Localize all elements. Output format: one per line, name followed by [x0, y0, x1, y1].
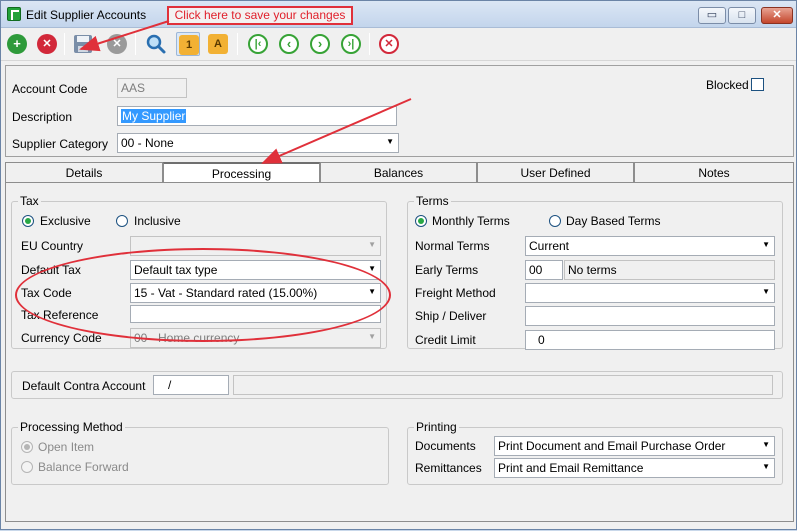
terms-group: Terms Monthly Terms Day Based Terms Norm…: [407, 194, 783, 350]
plus-icon: +: [7, 34, 27, 54]
save-icon: [74, 35, 92, 53]
find-button[interactable]: [144, 32, 168, 56]
contra-account-description: [233, 375, 773, 395]
app-icon: [7, 7, 21, 21]
eu-country-label: EU Country: [21, 239, 84, 253]
tab-strip: Details Processing Balances User Defined…: [5, 162, 794, 184]
previous-record-button[interactable]: ‹: [277, 32, 301, 56]
sort-name-icon: A: [208, 34, 228, 54]
tab-balances[interactable]: Balances: [320, 162, 477, 182]
day-based-terms-radio[interactable]: [549, 215, 561, 227]
account-code-field: AAS: [117, 78, 187, 98]
search-icon: [146, 34, 166, 54]
edit-supplier-accounts-window: Edit Supplier Accounts ▭ □ ✕ Click here …: [0, 0, 797, 530]
tax-group-title: Tax: [18, 194, 41, 208]
close-record-icon: ✕: [379, 34, 399, 54]
description-value: My Supplier: [121, 109, 187, 123]
documents-label: Documents: [415, 439, 476, 453]
ship-deliver-label: Ship / Deliver: [415, 309, 487, 323]
first-record-button[interactable]: |‹: [246, 32, 270, 56]
description-field[interactable]: My Supplier: [117, 106, 397, 126]
close-record-button[interactable]: ✕: [377, 32, 401, 56]
sort-by-name-button[interactable]: A: [206, 32, 230, 56]
tab-processing[interactable]: Processing: [163, 162, 320, 184]
annotation-callout: Click here to save your changes: [167, 6, 353, 25]
sort-by-code-button[interactable]: 1: [176, 32, 200, 56]
previous-record-icon: ‹: [279, 34, 299, 54]
contra-account-code-field[interactable]: /: [153, 375, 229, 395]
close-window-button[interactable]: ✕: [761, 7, 793, 24]
window-title: Edit Supplier Accounts: [26, 8, 147, 22]
blocked-label: Blocked: [706, 78, 749, 92]
open-item-label: Open Item: [38, 440, 95, 454]
cancel-button[interactable]: ✕: [105, 32, 129, 56]
toolbar: + ✕ ✕ 1 A |‹ ‹ › ›| ✕: [1, 29, 796, 61]
first-record-icon: |‹: [248, 34, 268, 54]
remittances-label: Remittances: [415, 461, 482, 475]
next-record-button[interactable]: ›: [308, 32, 332, 56]
currency-code-label: Currency Code: [21, 331, 102, 345]
maximize-button[interactable]: □: [728, 7, 756, 24]
delete-button[interactable]: ✕: [35, 32, 59, 56]
title-bar: Edit Supplier Accounts ▭ □ ✕: [1, 1, 796, 28]
processing-method-title: Processing Method: [18, 420, 125, 434]
tab-details[interactable]: Details: [5, 162, 163, 182]
cancel-icon: ✕: [107, 34, 127, 54]
last-record-button[interactable]: ›|: [339, 32, 363, 56]
exclusive-radio[interactable]: [22, 215, 34, 227]
supplier-category-select[interactable]: 00 - None: [117, 133, 399, 153]
tax-highlight-oval: [15, 248, 391, 342]
freight-method-label: Freight Method: [415, 286, 496, 300]
freight-method-select[interactable]: [525, 283, 775, 303]
new-button[interactable]: +: [5, 32, 29, 56]
terms-group-title: Terms: [414, 194, 451, 208]
delete-icon: ✕: [37, 34, 57, 54]
description-label: Description: [12, 110, 73, 124]
remittances-select[interactable]: Print and Email Remittance: [494, 458, 775, 478]
balance-forward-label: Balance Forward: [38, 460, 129, 474]
inclusive-label: Inclusive: [134, 214, 181, 228]
early-terms-days-field[interactable]: 00: [525, 260, 563, 280]
processing-method-group: Processing Method Open Item Balance Forw…: [11, 420, 389, 485]
early-terms-label: Early Terms: [415, 263, 479, 277]
tab-user-defined[interactable]: User Defined: [477, 162, 634, 182]
printing-group: Printing Documents Print Document and Em…: [407, 420, 783, 485]
balance-forward-radio[interactable]: [21, 461, 33, 473]
default-contra-account-label: Default Contra Account: [22, 379, 146, 393]
account-code-label: Account Code: [12, 82, 88, 96]
tab-notes[interactable]: Notes: [634, 162, 794, 182]
ship-deliver-field[interactable]: [525, 306, 775, 326]
contra-account-panel: Default Contra Account /: [11, 371, 783, 399]
open-item-radio[interactable]: [21, 441, 33, 453]
documents-select[interactable]: Print Document and Email Purchase Order: [494, 436, 775, 456]
sort-code-icon: 1: [179, 35, 199, 55]
monthly-terms-label: Monthly Terms: [432, 214, 510, 228]
blocked-checkbox[interactable]: [751, 78, 764, 91]
account-header-panel: Account Code AAS Description My Supplier…: [5, 65, 794, 157]
last-record-icon: ›|: [341, 34, 361, 54]
day-based-terms-label: Day Based Terms: [566, 214, 661, 228]
next-record-icon: ›: [310, 34, 330, 54]
normal-terms-select[interactable]: Current: [525, 236, 775, 256]
early-terms-description: No terms: [564, 260, 775, 280]
supplier-category-label: Supplier Category: [12, 137, 109, 151]
monthly-terms-radio[interactable]: [415, 215, 427, 227]
normal-terms-label: Normal Terms: [415, 239, 490, 253]
minimize-button[interactable]: ▭: [698, 7, 726, 24]
save-button[interactable]: [71, 32, 95, 56]
exclusive-label: Exclusive: [40, 214, 91, 228]
processing-tab-page: Tax Exclusive Inclusive EU Country Defau…: [5, 182, 794, 522]
credit-limit-label: Credit Limit: [415, 333, 476, 347]
printing-title: Printing: [414, 420, 459, 434]
inclusive-radio[interactable]: [116, 215, 128, 227]
credit-limit-field[interactable]: 0: [525, 330, 775, 350]
